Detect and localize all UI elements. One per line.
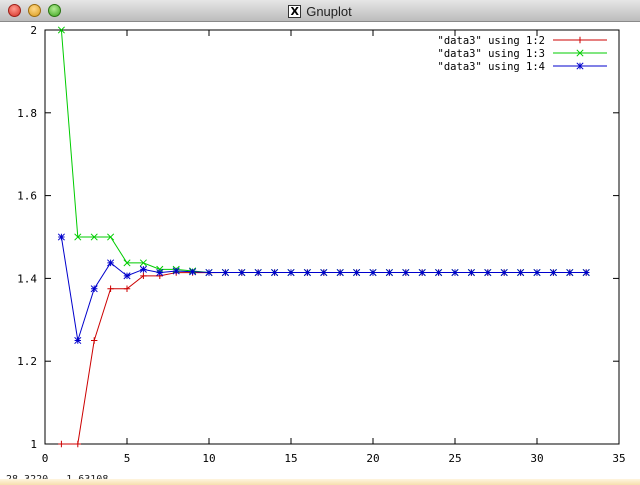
plot-area[interactable]: 0 5 10 15 20 25 30 35 1 1.2 1.4 1.6 1.8 2 "data3" usin… [0, 22, 640, 469]
y-tick-label: 1.4 [17, 272, 37, 285]
data-point [500, 268, 508, 277]
x-tick-label: 35 [612, 452, 625, 465]
data-point [402, 268, 410, 277]
data-point [221, 268, 229, 277]
data-point [123, 272, 131, 280]
title-group: X Gnuplot [0, 0, 640, 22]
data-point [58, 440, 65, 448]
data-point [287, 268, 295, 277]
data-point [385, 268, 393, 277]
data-point [90, 285, 98, 293]
data-point [57, 233, 65, 241]
data-point [451, 268, 459, 277]
data-point [254, 268, 262, 277]
series-line-3 [60, 236, 587, 341]
data-point [271, 268, 279, 277]
x-tick-label: 15 [284, 452, 297, 465]
data-point [139, 265, 147, 273]
data-point [74, 336, 82, 345]
window-title: Gnuplot [306, 3, 352, 19]
legend-marker [576, 62, 584, 70]
data-point [205, 268, 213, 277]
data-point [303, 268, 311, 277]
x-tick-label: 30 [530, 452, 543, 465]
y-tick-label: 1.8 [17, 107, 37, 120]
data-point [107, 285, 114, 292]
data-point [238, 268, 246, 277]
data-point [418, 268, 426, 277]
data-point [74, 440, 81, 448]
x11-icon: X [288, 4, 302, 18]
data-point [320, 268, 328, 277]
x-tick-label: 25 [448, 452, 461, 465]
data-point [582, 268, 590, 277]
data-point [533, 268, 541, 277]
y-tick-label: 2 [30, 24, 37, 37]
x-tick-label: 20 [366, 452, 379, 465]
data-point [549, 268, 557, 277]
y-tick-label: 1.6 [17, 190, 37, 203]
window-titlebar[interactable]: X Gnuplot [0, 0, 640, 22]
legend-label: "data3" using 1:4 [438, 61, 545, 73]
data-point [467, 268, 475, 277]
y-tick-label: 1.2 [17, 355, 37, 368]
data-point [107, 259, 115, 267]
data-point [156, 269, 164, 277]
data-point [91, 337, 98, 344]
x-tick-label: 5 [124, 452, 131, 465]
y-tick-label: 1 [30, 438, 37, 451]
x-tick-label: 10 [202, 452, 215, 465]
legend-label: "data3" using 1:2 [438, 35, 545, 47]
series-line-1 [61, 272, 587, 445]
legend-label: "data3" using 1:3 [438, 48, 545, 60]
data-point [435, 268, 443, 277]
data-point [517, 268, 525, 277]
data-point [336, 268, 344, 277]
legend-marker [576, 36, 584, 44]
data-point [484, 268, 492, 277]
data-point [369, 268, 377, 277]
data-point [353, 268, 361, 277]
status-strip [0, 479, 640, 485]
data-point [172, 267, 180, 275]
data-point [189, 268, 197, 276]
x-tick-label: 0 [42, 452, 49, 465]
data-point [566, 268, 574, 277]
plot-border [44, 29, 620, 445]
